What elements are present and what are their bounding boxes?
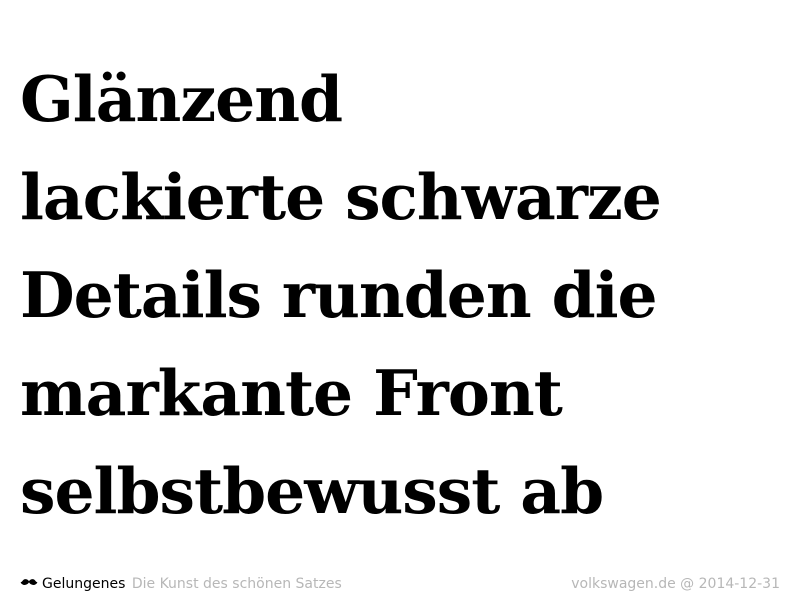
brand-name: Gelungenes: [42, 576, 126, 592]
quote-line-4: markante Front: [20, 356, 563, 430]
footer: Gelungenes Die Kunst des schönen Satzes …: [20, 574, 780, 594]
footer-branding[interactable]: Gelungenes Die Kunst des schönen Satzes: [20, 574, 342, 594]
quote-line-1: Glänzend: [20, 62, 343, 136]
quote-line-5: selbstbewusst ab: [20, 454, 604, 528]
page: Glänzend lackierte schwarze Details rund…: [0, 0, 800, 600]
quote: Glänzend lackierte schwarze Details rund…: [20, 50, 790, 540]
source-citation: volkswagen.de @ 2014-12-31: [571, 576, 780, 592]
tagline: Die Kunst des schönen Satzes: [131, 576, 342, 592]
quote-line-2: lackierte schwarze: [20, 160, 662, 234]
quote-line-3: Details runden die: [20, 258, 658, 332]
mustache-icon: [20, 578, 38, 585]
